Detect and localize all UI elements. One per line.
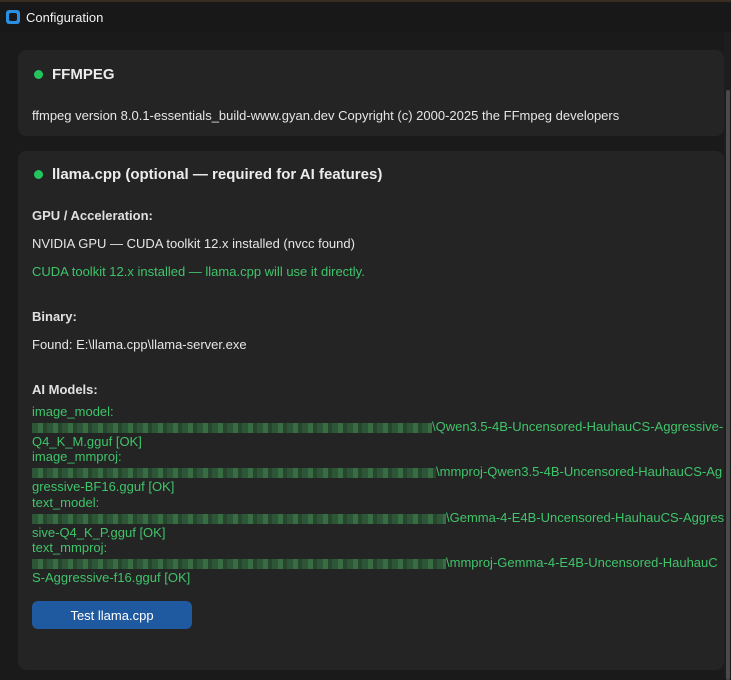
model-path: \mmproj-Gemma-4-E4B-Uncensored-HauhauC (32, 555, 718, 570)
model-path: \Qwen3.5-4B-Uncensored-HauhauCS-Aggressi… (32, 419, 723, 434)
llama-header: llama.cpp (optional — required for AI fe… (34, 166, 382, 183)
redacted-path (32, 422, 432, 433)
model-path: \Gemma-4-E4B-Uncensored-HauhauCS-Aggres (32, 510, 724, 525)
main-content: FFMPEG ffmpeg version 8.0.1-essentials_b… (0, 32, 731, 677)
model-path-text: \Qwen3.5-4B-Uncensored-HauhauCS-Aggressi… (432, 419, 724, 434)
llama-card: llama.cpp (optional — required for AI fe… (18, 151, 724, 670)
model-file: S-Aggressive-f16.gguf [OK] (32, 570, 191, 585)
gpu-label: GPU / Acceleration: (32, 208, 153, 223)
gpu-text: NVIDIA GPU — CUDA toolkit 12.x installed… (32, 236, 355, 251)
model-path-text: \mmproj-Qwen3.5-4B-Uncensored-HauhauCS-A… (436, 464, 723, 479)
model-key: text_model: (32, 495, 100, 510)
status-dot-icon (34, 70, 43, 79)
scrollbar-thumb[interactable] (726, 90, 730, 680)
redacted-path (32, 558, 446, 569)
model-file: gressive-BF16.gguf [OK] (32, 479, 175, 494)
models-label: AI Models: (32, 382, 98, 397)
ffmpeg-title: FFMPEG (52, 66, 115, 83)
redacted-path (32, 513, 446, 524)
redacted-path (32, 467, 436, 478)
model-path-text: \Gemma-4-E4B-Uncensored-HauhauCS-Aggres (446, 510, 725, 525)
model-path: \mmproj-Qwen3.5-4B-Uncensored-HauhauCS-A… (32, 464, 722, 479)
status-dot-icon (34, 170, 43, 179)
model-path-text: \mmproj-Gemma-4-E4B-Uncensored-HauhauC (446, 555, 718, 570)
model-key: image_mmproj: (32, 449, 122, 464)
window-title: Configuration (26, 9, 104, 25)
vertical-scrollbar[interactable] (724, 32, 731, 680)
model-key: text_mmproj: (32, 540, 108, 555)
ffmpeg-card: FFMPEG ffmpeg version 8.0.1-essentials_b… (18, 50, 724, 136)
ffmpeg-header: FFMPEG (34, 66, 115, 83)
model-key: image_model: (32, 404, 114, 419)
test-llama-button[interactable]: Test llama.cpp (32, 601, 192, 629)
title-bar: Configuration (0, 0, 731, 32)
model-file: Q4_K_M.gguf [OK] (32, 434, 142, 449)
ffmpeg-version: ffmpeg version 8.0.1-essentials_build-ww… (32, 108, 620, 123)
app-icon (6, 10, 20, 24)
llama-title: llama.cpp (optional — required for AI fe… (52, 166, 383, 183)
binary-label: Binary: (32, 309, 77, 324)
cuda-status: CUDA toolkit 12.x installed — llama.cpp … (32, 264, 365, 279)
binary-text: Found: E:\llama.cpp\llama-server.exe (32, 337, 247, 352)
model-file: sive-Q4_K_P.gguf [OK] (32, 525, 166, 540)
